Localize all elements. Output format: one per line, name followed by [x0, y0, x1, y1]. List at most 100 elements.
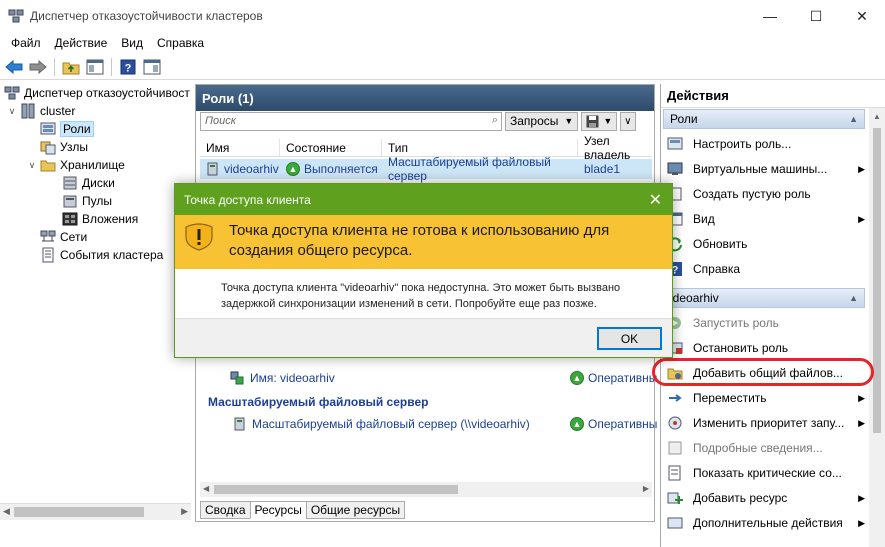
show-action-pane-icon[interactable] — [141, 56, 163, 78]
priority-icon — [668, 416, 682, 430]
collapse-icon[interactable]: ▲ — [849, 114, 858, 124]
resource-row-name[interactable]: Имя: videoarhiv — [230, 371, 335, 385]
action-item[interactable]: Изменить приоритет запу... ▶ — [667, 413, 865, 433]
action-item[interactable]: Вид ▶ — [667, 209, 865, 229]
column-status[interactable]: Состояние — [280, 139, 382, 156]
back-arrow-icon[interactable] — [3, 56, 25, 78]
action-item[interactable]: Показать критические со... — [667, 463, 863, 483]
search-icon[interactable]: ⌕ — [492, 114, 498, 127]
action-item[interactable]: Настроить роль... — [667, 134, 863, 154]
action-label: Создать пустую роль — [693, 187, 811, 201]
help-icon[interactable]: ? — [117, 56, 139, 78]
action-label: Изменить приоритет запу... — [693, 416, 845, 430]
resource-status: ▲ Оперативны — [570, 371, 657, 385]
window-title: Диспетчер отказоустойчивости кластеров — [30, 9, 263, 23]
roles-icon — [40, 122, 56, 135]
table-row[interactable]: videoarhiv ▲ Выполняется Масштабируемый … — [200, 155, 652, 183]
action-item[interactable]: Обновить — [667, 234, 863, 254]
action-item[interactable]: Создать пустую роль — [667, 184, 863, 204]
action-item[interactable]: Дополнительные действия ▶ — [667, 513, 865, 533]
tree-label: Вложения — [82, 212, 139, 226]
folder-up-icon[interactable] — [60, 56, 82, 78]
column-owner-node[interactable]: Узел владель — [578, 134, 652, 162]
tree-horizontal-scrollbar[interactable]: ◀ ▶ — [0, 503, 191, 520]
online-status-icon: ▲ — [570, 417, 584, 431]
title-bar: Диспетчер отказоустойчивости кластеров —… — [0, 0, 885, 32]
menu-action[interactable]: Действие — [48, 36, 115, 50]
scroll-thumb[interactable] — [873, 128, 881, 433]
dialog-footer: OK — [175, 318, 672, 357]
queries-button[interactable]: Запросы ▼ — [505, 111, 579, 131]
collapse-chevron-icon[interactable]: ∨ — [26, 160, 38, 171]
tree-label: Узлы — [60, 140, 88, 154]
resource-row-sofs[interactable]: Масштабируемый файловый сервер (\\videoa… — [234, 417, 530, 431]
tab-shares[interactable]: Общие ресурсы — [305, 501, 406, 519]
collapse-icon[interactable]: ▲ — [849, 293, 858, 303]
nodes-icon — [40, 141, 56, 155]
scroll-up-icon[interactable]: ▲ — [873, 112, 881, 121]
group-label: ideoarhiv — [670, 291, 719, 305]
dialog-title: Точка доступа клиента — [184, 192, 311, 207]
maximize-button[interactable]: ☐ — [793, 0, 839, 32]
menu-file[interactable]: Файл — [4, 36, 48, 50]
tree-label: Пулы — [82, 194, 112, 208]
configure-role-icon — [667, 137, 683, 150]
file-server-icon — [234, 417, 245, 431]
column-type[interactable]: Тип — [382, 139, 578, 156]
action-label: Справка — [693, 262, 741, 276]
scroll-thumb[interactable] — [14, 507, 144, 517]
tab-resources[interactable]: Ресурсы — [249, 501, 307, 519]
actions-group-roles[interactable]: Роли ▲ — [663, 109, 865, 129]
actions-group-role[interactable]: ideoarhiv ▲ — [663, 288, 865, 308]
tree-item-disks[interactable]: Диски — [62, 174, 115, 192]
tree-item-enclosures[interactable]: Вложения — [62, 210, 138, 228]
action-item[interactable]: Подробные сведения... — [667, 438, 863, 458]
close-window-button[interactable]: ✕ — [839, 0, 885, 32]
tree-item-storage[interactable]: ∨ Хранилище — [26, 156, 125, 174]
tree-item-cluster[interactable]: ∨ cluster — [6, 102, 75, 120]
enclosures-icon — [62, 212, 78, 226]
save-query-button[interactable]: ▼ — [581, 111, 618, 131]
scroll-thumb[interactable] — [214, 485, 458, 494]
scroll-left-icon[interactable]: ◀ — [203, 484, 209, 493]
scroll-left-icon[interactable]: ◀ — [3, 506, 10, 517]
more-actions-icon — [667, 517, 683, 529]
collapse-chevron-icon[interactable]: ∨ — [6, 106, 18, 117]
close-icon[interactable]: ✕ — [649, 190, 662, 210]
row-name: videoarhiv — [224, 162, 279, 176]
ok-button[interactable]: OK — [597, 327, 662, 350]
action-label: Показать критические со... — [693, 466, 842, 480]
tree-item-roles[interactable]: Роли — [40, 120, 94, 138]
actions-vertical-scrollbar[interactable]: ▲ — [869, 108, 885, 547]
menu-view[interactable]: Вид — [114, 36, 150, 50]
scroll-right-icon[interactable]: ▶ — [181, 506, 188, 517]
tree-item-root[interactable]: Диспетчер отказоустойчивост — [4, 84, 190, 102]
action-item[interactable]: Виртуальные машины... ▶ — [667, 159, 865, 179]
action-item[interactable]: Остановить роль — [667, 338, 863, 358]
column-name[interactable]: Имя — [200, 139, 280, 156]
scroll-right-icon[interactable]: ▶ — [643, 484, 649, 493]
tree-item-pools[interactable]: Пулы — [62, 192, 112, 210]
action-label: Дополнительные действия — [693, 516, 843, 530]
center-horizontal-scrollbar[interactable]: ◀ ▶ — [200, 482, 652, 497]
action-item[interactable]: ? Справка — [667, 259, 863, 279]
tree-item-networks[interactable]: Сети — [40, 228, 87, 246]
cluster-manager-icon — [8, 9, 24, 23]
menu-help[interactable]: Справка — [150, 36, 211, 50]
forward-arrow-icon[interactable] — [27, 56, 49, 78]
search-input[interactable]: Поиск ⌕ — [200, 111, 502, 131]
tree-item-cluster-events[interactable]: События кластера — [40, 246, 163, 264]
tree-label: Роли — [60, 121, 94, 137]
minimize-button[interactable]: — — [747, 0, 793, 32]
expand-button[interactable]: ∨ — [620, 111, 636, 131]
details-tabs: Сводка Ресурсы Общие ресурсы — [200, 501, 406, 519]
action-item[interactable]: Переместить ▶ — [667, 388, 865, 408]
navigation-tree: Диспетчер отказоустойчивост ∨ cluster Ро… — [0, 82, 191, 522]
tab-summary[interactable]: Сводка — [200, 501, 251, 519]
group-label: Роли — [670, 112, 698, 126]
show-hide-tree-icon[interactable] — [84, 56, 106, 78]
tree-item-nodes[interactable]: Узлы — [40, 138, 88, 156]
action-item[interactable]: Запустить роль — [667, 313, 863, 333]
submenu-arrow-icon: ▶ — [858, 392, 865, 403]
action-item[interactable]: Добавить ресурс ▶ — [667, 488, 865, 508]
